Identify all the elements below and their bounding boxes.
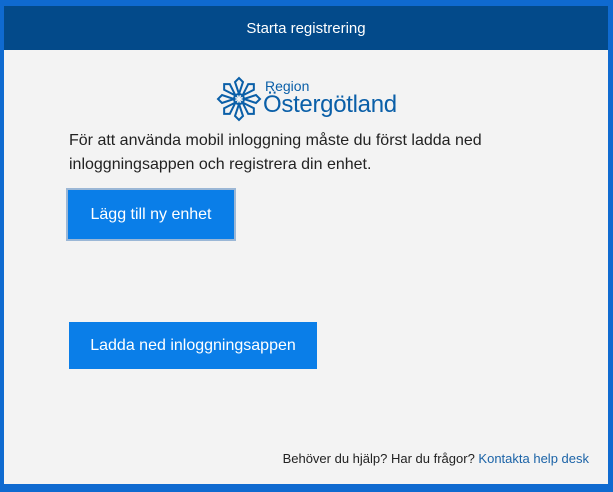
help-question-text: Behöver du hjälp? Har du frågor?	[282, 451, 475, 466]
help-footer: Behöver du hjälp? Har du frågor? Kontakt…	[283, 451, 589, 466]
registration-dialog: Starta registrering Region Östergötland …	[4, 6, 608, 484]
dialog-title-bar: Starta registrering	[4, 6, 608, 50]
cornflower-logo-icon	[217, 76, 261, 121]
dialog-title: Starta registrering	[246, 19, 366, 37]
download-app-button[interactable]: Ladda ned inloggningsappen	[69, 322, 317, 369]
logo-name-text: Östergötland	[263, 91, 397, 118]
region-ostergotland-logo: Region Östergötland	[216, 76, 397, 122]
add-device-button[interactable]: Lägg till ny enhet	[66, 188, 236, 241]
window-frame: Starta registrering Region Östergötland …	[0, 0, 613, 492]
intro-text: För att använda mobil inloggning måste d…	[69, 132, 482, 173]
contact-help-desk-link[interactable]: Kontakta help desk	[478, 451, 589, 466]
